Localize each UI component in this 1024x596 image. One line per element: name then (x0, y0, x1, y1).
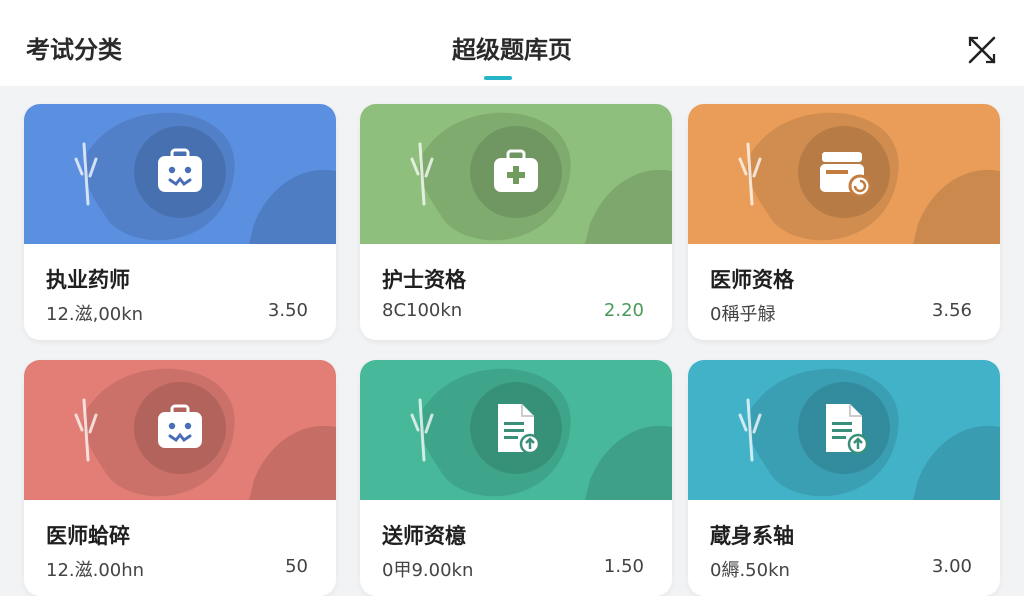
active-tab-indicator (484, 76, 512, 80)
card-score: 2.20 (603, 300, 644, 321)
exam-card[interactable]: 医师资格 0稱乎觮 3.56 (688, 104, 1000, 340)
card-banner (360, 360, 672, 500)
card-banner (688, 360, 1000, 500)
card-question-count: 12.滋.00hn (46, 560, 145, 581)
robot-case-icon (158, 148, 202, 192)
exam-card[interactable]: 医师蛤碎 12.滋.00hn 50 (24, 360, 336, 596)
card-banner (688, 104, 1000, 244)
page-title: 超级题库页 (452, 36, 572, 64)
exam-card[interactable]: 执业药师 12.滋,00kn 3.50 (24, 104, 336, 340)
card-question-count: 0縟.50kn (710, 560, 790, 581)
card-title: 执业药师 (46, 268, 130, 292)
card-title: 蔵身系轴 (710, 524, 794, 548)
card-score: 50 (285, 556, 308, 577)
card-question-count: 0稱乎觮 (710, 304, 776, 325)
robot-case-icon (158, 404, 202, 448)
card-title: 医师资格 (710, 268, 794, 292)
top-bar: 考试分类 超级题库页 (0, 0, 1024, 86)
card-banner (24, 104, 336, 244)
card-score: 3.00 (931, 556, 972, 577)
exam-card[interactable]: 送师资檍 0甲9.00kn 1.50 (360, 360, 672, 596)
card-title: 护士资格 (382, 268, 466, 292)
card-banner (24, 360, 336, 500)
exam-card[interactable]: 护士资格 8C100kn 2.20 (360, 104, 672, 340)
card-question-count: 8C100kn (382, 300, 463, 321)
card-question-count: 0甲9.00kn (382, 560, 474, 581)
card-score: 3.50 (267, 300, 308, 321)
card-banner (360, 104, 672, 244)
card-score: 3.56 (931, 300, 972, 321)
card-title: 送师资檍 (382, 524, 466, 548)
card-score: 1.50 (603, 556, 644, 577)
close-icon[interactable] (962, 30, 1002, 70)
card-title: 医师蛤碎 (46, 524, 130, 548)
card-question-count: 12.滋,00kn (46, 304, 144, 325)
exam-card[interactable]: 蔵身系轴 0縟.50kn 3.00 (688, 360, 1000, 596)
